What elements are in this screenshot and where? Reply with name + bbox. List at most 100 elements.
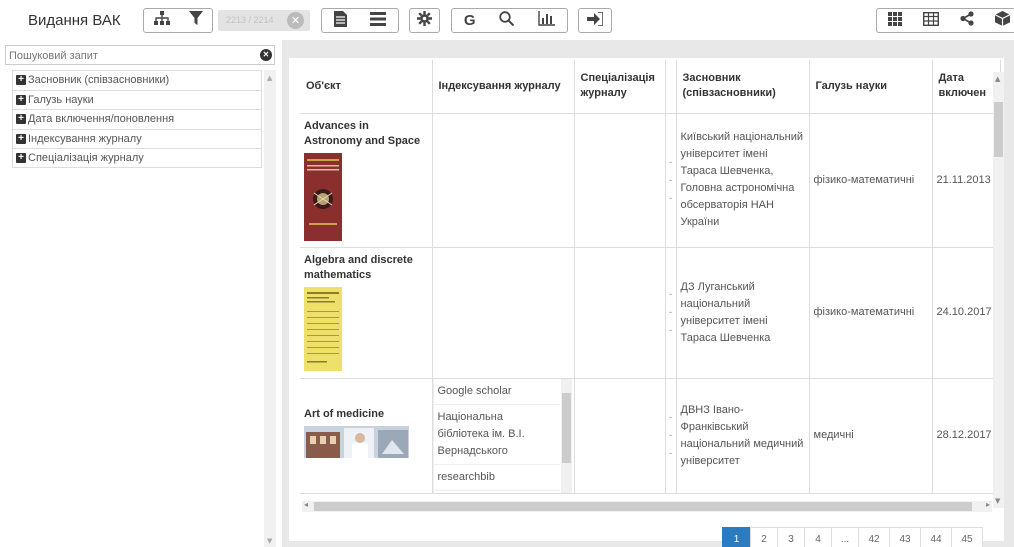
vertical-scrollbar[interactable]: ▲ ▼: [993, 72, 1004, 508]
view-switcher: [876, 8, 1014, 33]
header-indexing[interactable]: Індексування журналу: [432, 60, 575, 114]
export-icon: [587, 10, 604, 30]
journal-title[interactable]: Algebra and discrete mathematics: [304, 253, 428, 283]
page-button[interactable]: 2: [750, 527, 778, 547]
list-item: Національна бібліотека ім. В.І. Вернадсь…: [433, 405, 560, 465]
document-icon[interactable]: [333, 10, 347, 31]
pagination: 1 2 3 4 ... 42 43 44 45: [722, 527, 983, 547]
header-spacer: [665, 60, 677, 114]
settings-button[interactable]: [409, 8, 440, 33]
cell-founder: ДВНЗ Івано-Франківський національний мед…: [676, 378, 810, 494]
page-ellipsis: ...: [831, 527, 859, 547]
page-button[interactable]: 45: [951, 527, 983, 547]
gear-icon: [417, 11, 432, 30]
page-button[interactable]: 1: [722, 527, 751, 547]
scroll-up-icon[interactable]: ▲: [267, 74, 272, 82]
facet-label: Спеціалізація журналу: [28, 151, 144, 164]
cell-field: фізико-математичні: [809, 247, 933, 379]
cell-date: 24.10.2017: [932, 247, 1001, 379]
scroll-down-icon[interactable]: ▼: [995, 497, 1000, 505]
search-input[interactable]: [6, 47, 246, 65]
header-specialization[interactable]: Спеціалізація журналу: [574, 60, 666, 114]
scrollbar-thumb[interactable]: [314, 502, 972, 511]
google-button[interactable]: G: [464, 12, 476, 29]
table-header: Об'єкт Індексування журналу Спеціалізаці…: [300, 60, 1001, 114]
results-table: Об'єкт Індексування журналу Спеціалізаці…: [300, 60, 1001, 494]
cell-indexing: [432, 113, 575, 248]
cell-date: 21.11.2013: [932, 113, 1001, 248]
filter-icon[interactable]: [188, 11, 203, 30]
facet-label: Дата включення/поновлення: [28, 113, 175, 126]
header-object[interactable]: Об'єкт: [300, 60, 433, 114]
scroll-up-icon[interactable]: ▲: [995, 75, 1000, 83]
cell-specialization: [574, 247, 666, 379]
header-field[interactable]: Галузь науки: [809, 60, 933, 114]
table-row[interactable]: Art of medicine Google scholar Національ…: [300, 378, 1001, 494]
expand-icon: +: [16, 75, 26, 86]
scrollbar-thumb[interactable]: [561, 392, 571, 463]
results-grid: Об'єкт Індексування журналу Спеціалізаці…: [289, 58, 1004, 547]
list-icon[interactable]: [370, 11, 387, 30]
cell-field: фізико-математичні: [809, 113, 933, 248]
cell-spacer: ---: [665, 378, 677, 494]
share-icon[interactable]: [959, 11, 974, 30]
facet-founder[interactable]: + Засновник (співзасновники): [12, 70, 262, 90]
toolbar: Видання ВАК 2213 / 2214 ✕ G: [0, 0, 1014, 38]
scroll-left-icon[interactable]: ◂: [304, 500, 308, 509]
facet-indexing[interactable]: + Індексування журналу: [12, 128, 262, 148]
table-row[interactable]: Advances in Astronomy and Space --- Київ…: [300, 113, 1001, 248]
list-item: Google scholar: [433, 379, 560, 405]
clear-search-icon[interactable]: ✕: [260, 49, 272, 61]
facet-field[interactable]: + Галузь науки: [12, 89, 262, 109]
table-row[interactable]: Algebra and discrete mathematics --- ДЗ …: [300, 247, 1001, 379]
journal-title[interactable]: Art of medicine: [304, 407, 428, 422]
page-button[interactable]: 4: [804, 527, 832, 547]
facet-label: Індексування журналу: [28, 132, 142, 145]
header-date[interactable]: Дата включен: [932, 60, 1001, 114]
facet-panel: ✕ +Засновник (співзасновники) +Галузь на…: [0, 40, 282, 547]
table-icon[interactable]: [922, 11, 939, 30]
horizontal-scrollbar[interactable]: ◂ ▸: [302, 500, 992, 512]
scroll-down-icon[interactable]: ▼: [267, 537, 272, 545]
facet-specialization[interactable]: + Спеціалізація журналу: [12, 148, 262, 168]
clear-filter-icon[interactable]: ✕: [287, 12, 304, 29]
facet-date[interactable]: + Дата включення/поновлення: [12, 109, 262, 129]
hierarchy-icon[interactable]: [153, 11, 170, 30]
cell-spacer: ---: [665, 113, 677, 248]
cell-date: 28.12.2017: [932, 378, 1001, 494]
grid-viewport: Об'єкт Індексування журналу Спеціалізаці…: [300, 60, 1003, 500]
search-icon[interactable]: [499, 11, 515, 30]
cell-object: Algebra and discrete mathematics: [300, 247, 433, 379]
journal-cover[interactable]: [304, 286, 428, 377]
cell-specialization: [574, 378, 666, 494]
indexing-scrollbar[interactable]: [560, 378, 572, 493]
expand-icon: +: [16, 152, 26, 163]
search-box: ✕: [5, 45, 275, 65]
page-button[interactable]: 42: [858, 527, 890, 547]
bar-chart-icon[interactable]: [538, 11, 556, 30]
cell-spacer: ---: [665, 247, 677, 379]
facet-scrollbar[interactable]: ▲ ▼: [264, 70, 276, 547]
cell-founder: ДЗ Луганський національний університет і…: [676, 247, 810, 379]
scrollbar-thumb[interactable]: [994, 102, 1003, 157]
page-button[interactable]: 3: [777, 527, 805, 547]
export-button[interactable]: [578, 8, 612, 33]
page-button[interactable]: 43: [889, 527, 921, 547]
view-group-1: [143, 8, 213, 33]
cell-specialization: [574, 113, 666, 248]
page-button[interactable]: 44: [920, 527, 952, 547]
list-item: researchbib: [433, 465, 560, 491]
tiles-icon[interactable]: [887, 11, 902, 30]
expand-icon: +: [16, 133, 26, 144]
cell-founder: Київський національний університет імені…: [676, 113, 810, 248]
journal-cover[interactable]: [304, 152, 428, 247]
scroll-right-icon[interactable]: ▸: [986, 500, 990, 509]
cube-icon[interactable]: [994, 11, 1010, 30]
cell-object: Art of medicine: [300, 378, 433, 494]
facet-label: Галузь науки: [28, 93, 94, 106]
facet-label: Засновник (співзасновники): [28, 74, 170, 87]
expand-icon: +: [16, 114, 26, 125]
journal-title[interactable]: Advances in Astronomy and Space: [304, 119, 428, 149]
header-founder[interactable]: Засновник (співзасновники): [676, 60, 810, 114]
journal-cover[interactable]: [304, 426, 428, 464]
